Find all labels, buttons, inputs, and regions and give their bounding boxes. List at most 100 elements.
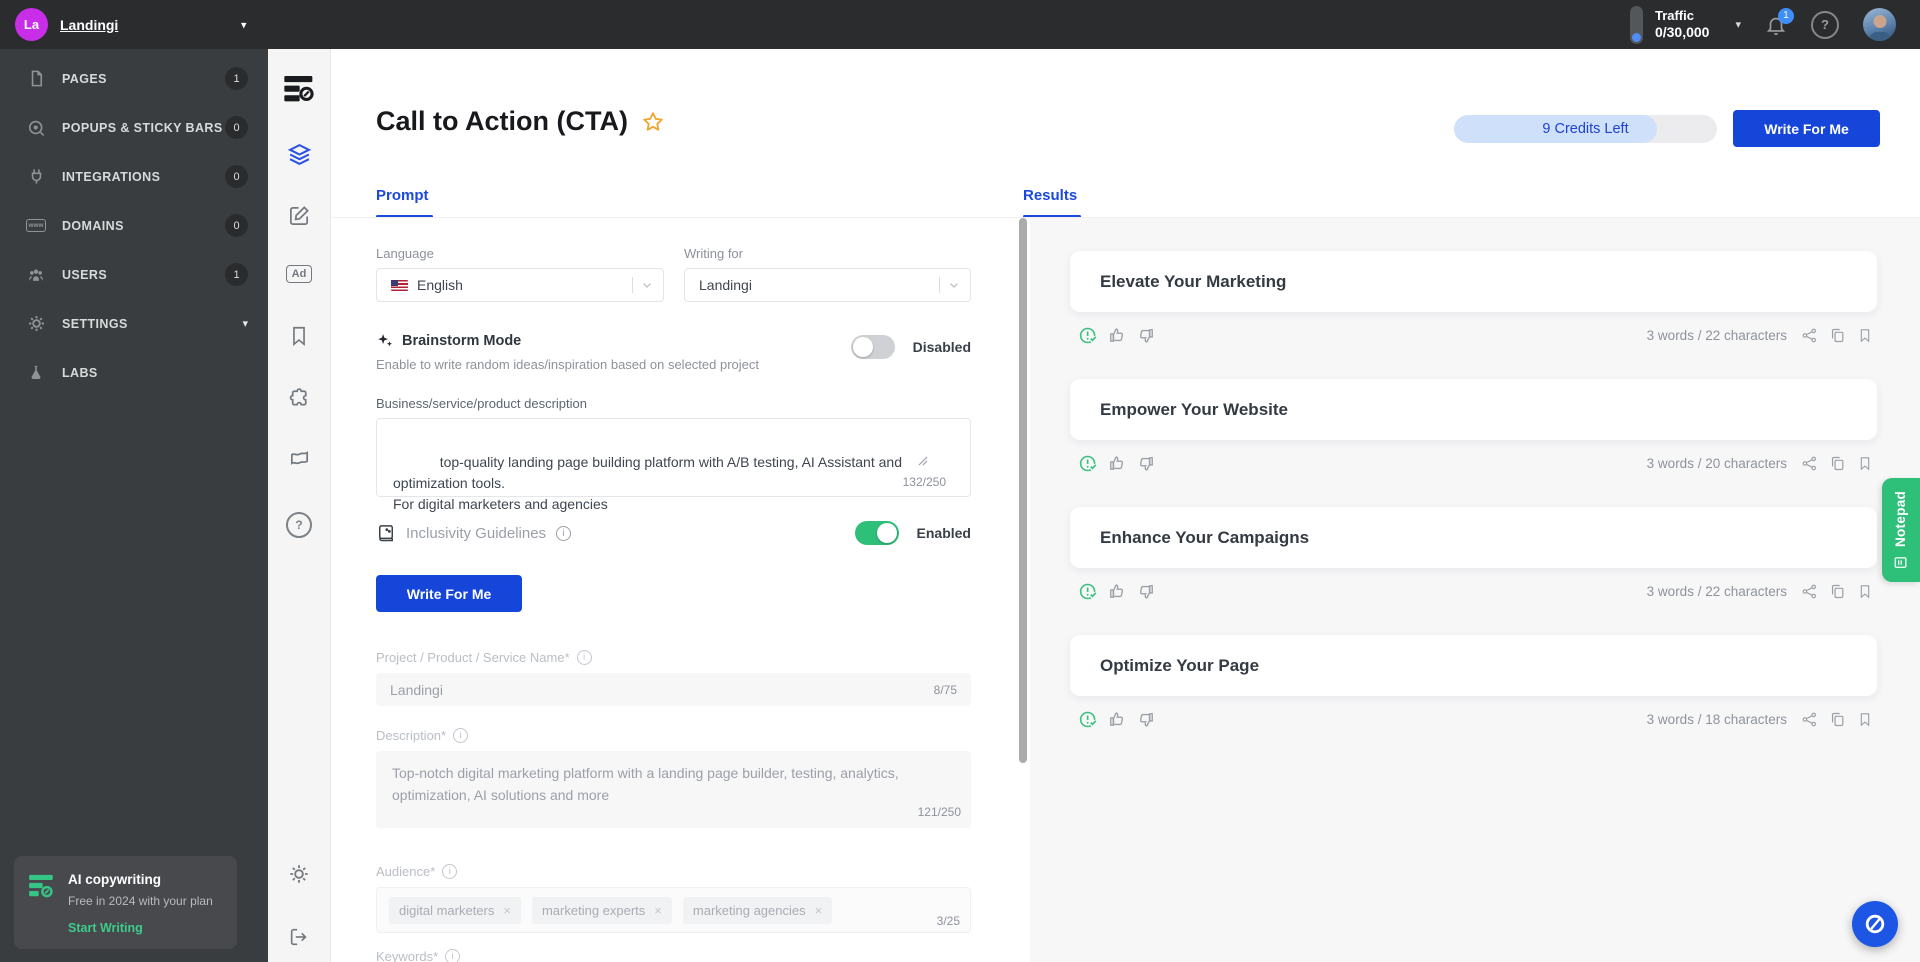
description-textarea[interactable]: Top-notch digital marketing platform wit…	[376, 751, 971, 828]
char-counter: 121/250	[917, 805, 961, 820]
workspace-name[interactable]: Landingi	[60, 17, 118, 33]
share-icon[interactable]	[1801, 327, 1818, 344]
prompt-scrollbar	[1016, 218, 1030, 962]
info-icon[interactable]: i	[442, 864, 458, 879]
thumbs-down-icon[interactable]	[1136, 454, 1155, 473]
result-item: Optimize Your Page 3 words / 18 characte…	[1070, 635, 1877, 730]
traffic-caret-icon[interactable]: ▾	[1735, 18, 1741, 31]
templates-layers-icon[interactable]	[268, 142, 330, 167]
thumbs-up-icon[interactable]	[1108, 582, 1127, 601]
remove-tag-icon[interactable]: ×	[654, 903, 662, 918]
inclusivity-check-icon[interactable]	[1078, 453, 1099, 474]
notepad-tab[interactable]: Notepad	[1882, 478, 1920, 582]
info-icon[interactable]: i	[453, 728, 469, 743]
thumbs-up-icon[interactable]	[1108, 710, 1127, 729]
info-icon[interactable]: i	[576, 650, 592, 665]
inclusivity-check-icon[interactable]	[1078, 581, 1099, 602]
credits-pill[interactable]: 9 Credits Left	[1454, 114, 1717, 143]
share-icon[interactable]	[1801, 455, 1818, 472]
rail-settings-icon[interactable]	[268, 863, 330, 885]
result-card[interactable]: Optimize Your Page	[1070, 635, 1877, 696]
audience-tags-input[interactable]: 3/25 digital marketers × marketing exper…	[376, 887, 971, 933]
remove-tag-icon[interactable]: ×	[503, 903, 511, 918]
workspace-logo[interactable]: La	[15, 8, 48, 41]
result-title: Optimize Your Page	[1100, 655, 1260, 675]
copy-icon[interactable]	[1829, 327, 1846, 344]
share-icon[interactable]	[1801, 711, 1818, 728]
inclusivity-check-icon[interactable]	[1078, 325, 1099, 346]
traffic-widget[interactable]: Traffic 0/30,000 ▾	[1629, 5, 1741, 44]
char-counter: 8/75	[933, 682, 957, 697]
copy-icon[interactable]	[1829, 455, 1846, 472]
tool-rail: Ad ?	[268, 49, 331, 962]
ad-icon[interactable]: Ad	[268, 265, 330, 283]
favorite-star-icon[interactable]	[641, 110, 665, 134]
share-icon[interactable]	[1801, 583, 1818, 600]
tab-prompt[interactable]: Prompt	[376, 187, 433, 218]
tags-counter: 3/25	[936, 914, 960, 928]
info-icon[interactable]: i	[445, 949, 461, 962]
logout-icon[interactable]	[268, 926, 330, 948]
save-bookmark-icon[interactable]	[1857, 583, 1873, 600]
thumbs-down-icon[interactable]	[1136, 582, 1155, 601]
sidebar-item-integrations[interactable]: INTEGRATIONS 0	[0, 152, 268, 201]
save-bookmark-icon[interactable]	[1857, 327, 1873, 344]
save-bookmark-icon[interactable]	[1857, 711, 1873, 728]
start-writing-link[interactable]: Start Writing	[68, 921, 213, 935]
app-window: La Landingi ▾ Traffic 0/30,000 ▾ 1 ? PAG…	[0, 0, 1920, 962]
business-description-value: top-quality landing page building platfo…	[393, 454, 902, 512]
help-button[interactable]: ?	[1811, 10, 1839, 39]
language-select[interactable]: English	[376, 268, 664, 302]
project-name-input[interactable]: Landingi 8/75	[376, 673, 971, 706]
credits-label: 9 Credits Left	[1542, 120, 1629, 137]
brainstorm-toggle[interactable]	[850, 335, 895, 359]
thumbs-down-icon[interactable]	[1136, 326, 1155, 345]
sidebar-item-labs[interactable]: LABS	[0, 348, 268, 397]
sidebar-item-users[interactable]: USERS 1	[0, 250, 268, 299]
thumbs-up-icon[interactable]	[1108, 326, 1127, 345]
notifications-button[interactable]: 1	[1765, 7, 1794, 36]
result-meta: 3 words / 22 characters	[1646, 584, 1787, 599]
notepad-label: Notepad	[1893, 490, 1909, 547]
sidebar-item-settings[interactable]: SETTINGS ▾	[0, 299, 268, 348]
writing-for-value: Landingi	[699, 277, 752, 293]
save-bookmark-icon[interactable]	[1857, 455, 1873, 472]
resize-handle[interactable]	[918, 414, 972, 508]
write-for-me-button-header[interactable]: Write For Me	[1733, 110, 1880, 147]
thumbs-down-icon[interactable]	[1136, 710, 1155, 729]
result-card[interactable]: Elevate Your Marketing	[1070, 251, 1877, 312]
ai-copywriting-logo-icon[interactable]	[268, 72, 330, 104]
remove-tag-icon[interactable]: ×	[815, 903, 823, 918]
sidebar-item-popups[interactable]: POPUPS & STICKY BARS 0	[0, 103, 268, 152]
flag-icon[interactable]	[268, 446, 330, 469]
result-card[interactable]: Enhance Your Campaigns	[1070, 507, 1877, 568]
sidebar-item-pages[interactable]: PAGES 1	[0, 54, 268, 103]
sidebar: PAGES 1 POPUPS & STICKY BARS 0 INTEGRATI…	[0, 49, 268, 962]
thumbs-up-icon[interactable]	[1108, 454, 1127, 473]
description-label: Description*	[376, 728, 447, 743]
puzzle-icon[interactable]	[268, 386, 330, 409]
inclusivity-toggle[interactable]	[854, 521, 899, 545]
scrollbar-thumb[interactable]	[1019, 218, 1027, 763]
sparkle-icon	[378, 334, 393, 347]
sidebar-item-domains[interactable]: www DOMAINS 0	[0, 201, 268, 250]
compose-icon[interactable]	[268, 204, 330, 227]
writing-for-select[interactable]: Landingi	[684, 268, 971, 302]
support-fab[interactable]	[1852, 901, 1898, 947]
copy-icon[interactable]	[1829, 583, 1846, 600]
rail-help-icon[interactable]: ?	[268, 512, 330, 538]
count-badge: 0	[225, 116, 248, 139]
tab-results[interactable]: Results	[1023, 187, 1082, 218]
result-card[interactable]: Empower Your Website	[1070, 379, 1877, 440]
info-icon[interactable]: i	[556, 525, 572, 541]
bookmark-icon[interactable]	[268, 325, 330, 347]
result-item: Enhance Your Campaigns 3 words / 22 char…	[1070, 507, 1877, 602]
chevron-down-icon	[643, 283, 651, 288]
workspace-caret-icon[interactable]: ▾	[241, 18, 247, 31]
traffic-value: 0/30,000	[1654, 23, 1710, 40]
copy-icon[interactable]	[1829, 711, 1846, 728]
business-description-textarea[interactable]: top-quality landing page building platfo…	[376, 418, 971, 512]
avatar[interactable]	[1863, 8, 1896, 41]
write-for-me-button-form[interactable]: Write For Me	[376, 575, 522, 612]
inclusivity-check-icon[interactable]	[1078, 709, 1099, 730]
